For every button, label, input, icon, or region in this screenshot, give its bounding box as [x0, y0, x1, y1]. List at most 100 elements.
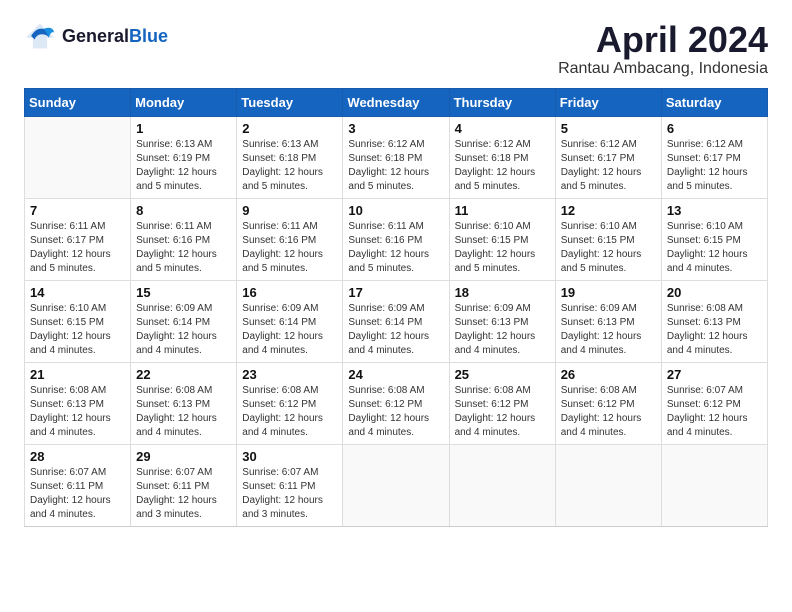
- header-row: SundayMondayTuesdayWednesdayThursdayFrid…: [25, 88, 768, 116]
- calendar-cell: 1 Sunrise: 6:13 AM Sunset: 6:19 PM Daylig…: [131, 116, 237, 198]
- day-number: 26: [561, 367, 656, 382]
- day-info: Sunrise: 6:11 AM Sunset: 6:16 PM Dayligh…: [242, 220, 337, 276]
- col-header-monday: Monday: [131, 88, 237, 116]
- day-number: 19: [561, 285, 656, 300]
- calendar-table: SundayMondayTuesdayWednesdayThursdayFrid…: [24, 88, 768, 527]
- day-info: Sunrise: 6:09 AM Sunset: 6:14 PM Dayligh…: [348, 302, 443, 358]
- week-row-5: 28 Sunrise: 6:07 AM Sunset: 6:11 PM Dayli…: [25, 444, 768, 526]
- calendar-cell: 28 Sunrise: 6:07 AM Sunset: 6:11 PM Dayli…: [25, 444, 131, 526]
- day-number: 29: [136, 449, 231, 464]
- calendar-cell: 17Sunrise: 6:09 AM Sunset: 6:14 PM Dayli…: [343, 280, 449, 362]
- day-info: Sunrise: 6:08 AM Sunset: 6:12 PM Dayligh…: [561, 384, 656, 440]
- day-info: Sunrise: 6:13 AM Sunset: 6:19 PM Dayligh…: [136, 138, 231, 194]
- day-info: Sunrise: 6:08 AM Sunset: 6:12 PM Dayligh…: [242, 384, 337, 440]
- day-info: Sunrise: 6:08 AM Sunset: 6:12 PM Dayligh…: [455, 384, 550, 440]
- week-row-3: 14 Sunrise: 6:10 AM Sunset: 6:15 PM Dayli…: [25, 280, 768, 362]
- calendar-cell: 18 Sunrise: 6:09 AM Sunset: 6:13 PM Dayli…: [449, 280, 555, 362]
- calendar-cell: 8 Sunrise: 6:11 AM Sunset: 6:16 PM Daylig…: [131, 198, 237, 280]
- logo-icon: [24, 20, 56, 52]
- calendar-cell: 4Sunrise: 6:12 AM Sunset: 6:18 PM Daylig…: [449, 116, 555, 198]
- day-info: Sunrise: 6:13 AM Sunset: 6:18 PM Dayligh…: [242, 138, 337, 194]
- week-row-4: 21 Sunrise: 6:08 AM Sunset: 6:13 PM Dayli…: [25, 362, 768, 444]
- day-number: 24: [348, 367, 443, 382]
- day-number: 14: [30, 285, 125, 300]
- day-number: 18: [455, 285, 550, 300]
- day-info: Sunrise: 6:12 AM Sunset: 6:17 PM Dayligh…: [667, 138, 762, 194]
- day-info: Sunrise: 6:09 AM Sunset: 6:13 PM Dayligh…: [561, 302, 656, 358]
- month-title: April 2024: [558, 20, 768, 60]
- calendar-cell: 21 Sunrise: 6:08 AM Sunset: 6:13 PM Dayli…: [25, 362, 131, 444]
- col-header-wednesday: Wednesday: [343, 88, 449, 116]
- day-info: Sunrise: 6:08 AM Sunset: 6:12 PM Dayligh…: [348, 384, 443, 440]
- day-info: Sunrise: 6:09 AM Sunset: 6:14 PM Dayligh…: [242, 302, 337, 358]
- col-header-saturday: Saturday: [661, 88, 767, 116]
- week-row-1: 1 Sunrise: 6:13 AM Sunset: 6:19 PM Daylig…: [25, 116, 768, 198]
- calendar-cell: 23 Sunrise: 6:08 AM Sunset: 6:12 PM Dayli…: [237, 362, 343, 444]
- day-info: Sunrise: 6:08 AM Sunset: 6:13 PM Dayligh…: [667, 302, 762, 358]
- day-number: 10: [348, 203, 443, 218]
- day-number: 25: [455, 367, 550, 382]
- calendar-cell: 13 Sunrise: 6:10 AM Sunset: 6:15 PM Dayli…: [661, 198, 767, 280]
- day-number: 20: [667, 285, 762, 300]
- day-number: 7: [30, 203, 125, 218]
- calendar-cell: 14 Sunrise: 6:10 AM Sunset: 6:15 PM Dayli…: [25, 280, 131, 362]
- calendar-cell: 2 Sunrise: 6:13 AM Sunset: 6:18 PM Daylig…: [237, 116, 343, 198]
- calendar-cell: [449, 444, 555, 526]
- calendar-cell: 15 Sunrise: 6:09 AM Sunset: 6:14 PM Dayli…: [131, 280, 237, 362]
- day-info: Sunrise: 6:07 AM Sunset: 6:11 PM Dayligh…: [242, 466, 337, 522]
- calendar-cell: 11Sunrise: 6:10 AM Sunset: 6:15 PM Dayli…: [449, 198, 555, 280]
- day-number: 8: [136, 203, 231, 218]
- day-info: Sunrise: 6:09 AM Sunset: 6:14 PM Dayligh…: [136, 302, 231, 358]
- day-number: 5: [561, 121, 656, 136]
- calendar-cell: 29 Sunrise: 6:07 AM Sunset: 6:11 PM Dayli…: [131, 444, 237, 526]
- col-header-sunday: Sunday: [25, 88, 131, 116]
- calendar-cell: 3Sunrise: 6:12 AM Sunset: 6:18 PM Daylig…: [343, 116, 449, 198]
- calendar-cell: 25 Sunrise: 6:08 AM Sunset: 6:12 PM Dayli…: [449, 362, 555, 444]
- day-number: 12: [561, 203, 656, 218]
- logo: GeneralBlue: [24, 20, 168, 52]
- day-info: Sunrise: 6:07 AM Sunset: 6:12 PM Dayligh…: [667, 384, 762, 440]
- day-number: 9: [242, 203, 337, 218]
- day-info: Sunrise: 6:12 AM Sunset: 6:18 PM Dayligh…: [348, 138, 443, 194]
- calendar-cell: 20 Sunrise: 6:08 AM Sunset: 6:13 PM Dayli…: [661, 280, 767, 362]
- day-info: Sunrise: 6:08 AM Sunset: 6:13 PM Dayligh…: [30, 384, 125, 440]
- col-header-thursday: Thursday: [449, 88, 555, 116]
- calendar-cell: [343, 444, 449, 526]
- calendar-cell: 22Sunrise: 6:08 AM Sunset: 6:13 PM Dayli…: [131, 362, 237, 444]
- calendar-cell: [25, 116, 131, 198]
- calendar-cell: 7 Sunrise: 6:11 AM Sunset: 6:17 PM Daylig…: [25, 198, 131, 280]
- location-subtitle: Rantau Ambacang, Indonesia: [558, 60, 768, 78]
- week-row-2: 7 Sunrise: 6:11 AM Sunset: 6:17 PM Daylig…: [25, 198, 768, 280]
- day-info: Sunrise: 6:11 AM Sunset: 6:17 PM Dayligh…: [30, 220, 125, 276]
- day-number: 1: [136, 121, 231, 136]
- day-info: Sunrise: 6:10 AM Sunset: 6:15 PM Dayligh…: [30, 302, 125, 358]
- day-info: Sunrise: 6:07 AM Sunset: 6:11 PM Dayligh…: [136, 466, 231, 522]
- day-number: 23: [242, 367, 337, 382]
- day-number: 21: [30, 367, 125, 382]
- title-area: April 2024 Rantau Ambacang, Indonesia: [558, 20, 768, 78]
- col-header-friday: Friday: [555, 88, 661, 116]
- day-number: 22: [136, 367, 231, 382]
- day-info: Sunrise: 6:10 AM Sunset: 6:15 PM Dayligh…: [667, 220, 762, 276]
- calendar-cell: 6Sunrise: 6:12 AM Sunset: 6:17 PM Daylig…: [661, 116, 767, 198]
- day-info: Sunrise: 6:11 AM Sunset: 6:16 PM Dayligh…: [136, 220, 231, 276]
- day-number: 2: [242, 121, 337, 136]
- calendar-cell: 19 Sunrise: 6:09 AM Sunset: 6:13 PM Dayli…: [555, 280, 661, 362]
- day-number: 28: [30, 449, 125, 464]
- day-info: Sunrise: 6:09 AM Sunset: 6:13 PM Dayligh…: [455, 302, 550, 358]
- calendar-cell: 30 Sunrise: 6:07 AM Sunset: 6:11 PM Dayli…: [237, 444, 343, 526]
- day-number: 4: [455, 121, 550, 136]
- day-number: 27: [667, 367, 762, 382]
- calendar-cell: 26 Sunrise: 6:08 AM Sunset: 6:12 PM Dayli…: [555, 362, 661, 444]
- calendar-cell: 10 Sunrise: 6:11 AM Sunset: 6:16 PM Dayli…: [343, 198, 449, 280]
- day-number: 30: [242, 449, 337, 464]
- day-number: 11: [455, 203, 550, 218]
- day-number: 13: [667, 203, 762, 218]
- day-info: Sunrise: 6:12 AM Sunset: 6:17 PM Dayligh…: [561, 138, 656, 194]
- day-info: Sunrise: 6:11 AM Sunset: 6:16 PM Dayligh…: [348, 220, 443, 276]
- day-number: 15: [136, 285, 231, 300]
- day-info: Sunrise: 6:07 AM Sunset: 6:11 PM Dayligh…: [30, 466, 125, 522]
- logo-text: GeneralBlue: [62, 26, 168, 47]
- calendar-cell: [661, 444, 767, 526]
- calendar-cell: 9 Sunrise: 6:11 AM Sunset: 6:16 PM Daylig…: [237, 198, 343, 280]
